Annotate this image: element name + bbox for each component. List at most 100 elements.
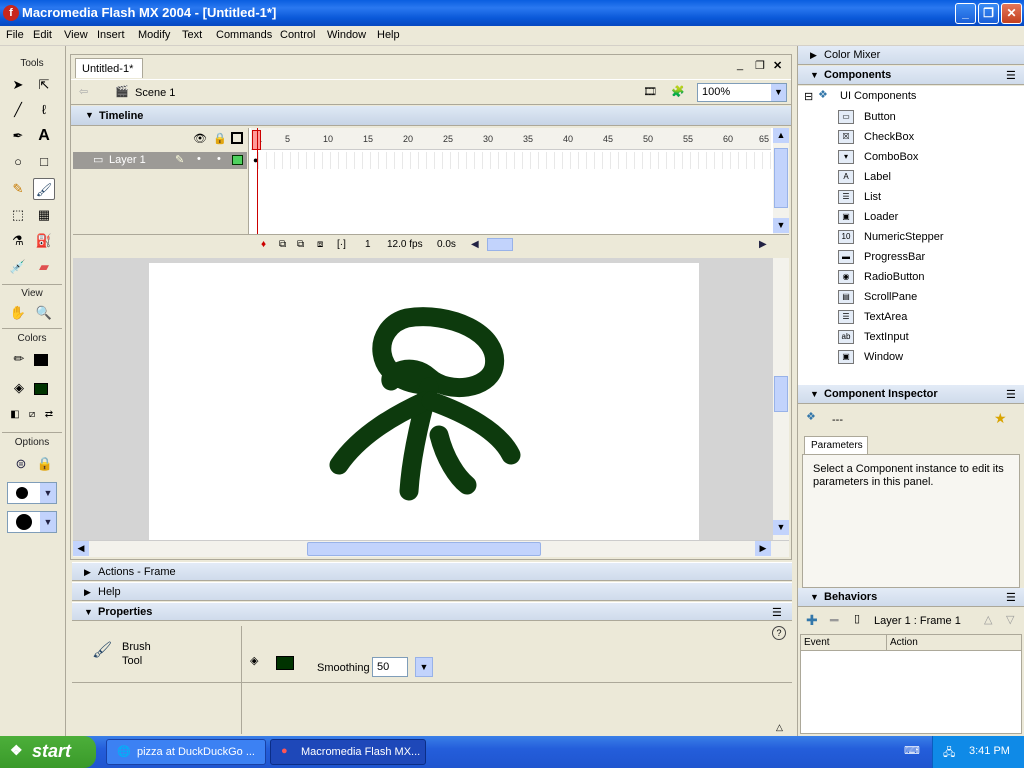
stroke-color-swatch[interactable] — [34, 354, 48, 366]
oval-tool-icon[interactable]: ○ — [7, 151, 29, 173]
menu-control[interactable]: Control — [280, 29, 315, 41]
onion-skin-icon[interactable]: ⧉ — [279, 239, 286, 250]
timeline-header[interactable]: ▼ Timeline — [71, 106, 791, 126]
collapse-triangle-icon[interactable]: ▼ — [810, 592, 819, 602]
onion-outline-icon[interactable]: ⧉ — [297, 239, 304, 250]
free-transform-tool-icon[interactable]: ⬚ — [7, 204, 29, 226]
component-item-loader[interactable]: Loader — [864, 211, 898, 223]
smoothing-dropdown-icon[interactable]: ▼ — [415, 657, 433, 677]
menu-insert[interactable]: Insert — [97, 29, 125, 41]
edit-multiple-icon[interactable]: ⧈ — [317, 239, 323, 250]
doc-close-icon[interactable]: ✕ — [773, 59, 782, 72]
timeline-vscroll[interactable]: ▲ ▼ — [773, 128, 789, 234]
stage[interactable] — [149, 263, 699, 541]
document-tab[interactable]: Untitled-1* — [75, 58, 143, 78]
menu-modify[interactable]: Modify — [138, 29, 170, 41]
component-item-window[interactable]: Window — [864, 351, 903, 363]
collapse-triangle-icon[interactable]: ▼ — [810, 70, 819, 80]
column-header-event[interactable]: Event — [801, 635, 887, 651]
close-button[interactable]: ✕ — [1001, 3, 1022, 24]
collapse-arrow-icon[interactable]: △ — [776, 722, 783, 733]
component-inspector-header[interactable]: ▼ Component Inspector ☰ — [798, 385, 1024, 404]
expand-triangle-icon[interactable]: ▶ — [810, 50, 817, 61]
collapse-triangle-icon[interactable]: ▼ — [84, 607, 93, 617]
component-item-progressbar[interactable]: ProgressBar — [864, 251, 925, 263]
menu-edit[interactable]: Edit — [33, 29, 52, 41]
start-button[interactable]: ❖ start — [0, 736, 96, 768]
layer-color-icon[interactable] — [232, 155, 243, 165]
menu-commands[interactable]: Commands — [216, 29, 272, 41]
hand-tool-icon[interactable]: ✋ — [7, 302, 29, 324]
color-mixer-header[interactable]: ▶ Color Mixer — [798, 46, 1024, 65]
collapse-triangle-icon[interactable]: ▼ — [85, 110, 94, 120]
component-item-numericstepper[interactable]: NumericStepper — [864, 231, 943, 243]
move-down-icon[interactable]: ▽ — [1006, 613, 1014, 626]
panel-options-icon[interactable]: ☰ — [772, 606, 782, 619]
component-item-button[interactable]: Button — [864, 111, 896, 123]
menu-window[interactable]: Window — [327, 29, 366, 41]
flash-app-icon[interactable]: f — [3, 5, 19, 21]
task-flash[interactable]: ● Macromedia Flash MX... — [270, 739, 426, 765]
timeline-hscroll-thumb[interactable] — [487, 238, 513, 251]
lock-icon[interactable]: 🔒 — [213, 132, 227, 145]
frame-ruler[interactable]: 1 5 10 15 20 25 30 35 40 45 50 55 60 65 — [251, 128, 771, 150]
line-tool-icon[interactable]: ╱ — [7, 99, 29, 121]
collapse-triangle-icon[interactable]: ▼ — [810, 389, 819, 399]
stage-vscroll[interactable]: ▼ — [773, 258, 789, 540]
eyedropper-tool-icon[interactable]: 💉 — [7, 256, 29, 278]
panel-options-icon[interactable]: ☰ — [1006, 69, 1016, 82]
menu-text[interactable]: Text — [182, 29, 202, 41]
help-panel-header[interactable]: ▶ Help — [72, 582, 792, 601]
chevron-down-icon[interactable]: ▼ — [771, 84, 786, 101]
title-bar[interactable]: f Macromedia Flash MX 2004 - [Untitled-1… — [0, 0, 1024, 26]
swap-colors-icon[interactable]: ⇄ — [38, 404, 60, 426]
component-item-combobox[interactable]: ComboBox — [864, 151, 918, 163]
scroll-right-icon[interactable]: ▶ — [759, 239, 767, 250]
tab-parameters[interactable]: Parameters — [804, 436, 868, 455]
brush-tool-icon[interactable]: 🖌 — [33, 178, 55, 200]
component-item-label[interactable]: Label — [864, 171, 891, 183]
smoothing-input[interactable] — [372, 657, 408, 677]
rectangle-tool-icon[interactable]: □ — [33, 151, 55, 173]
task-browser[interactable]: 🌐 pizza at DuckDuckGo ... — [106, 739, 266, 765]
fill-transform-tool-icon[interactable]: ▦ — [33, 204, 55, 226]
component-item-textinput[interactable]: TextInput — [864, 331, 909, 343]
actions-panel-header[interactable]: ▶ Actions - Frame — [72, 562, 792, 581]
keyboard-icon[interactable]: ⌨ — [904, 744, 920, 757]
expand-triangle-icon[interactable]: ▶ — [84, 587, 91, 598]
timeline-vscroll-thumb[interactable] — [774, 148, 788, 208]
tree-collapse-icon[interactable]: ⊟ — [804, 90, 813, 103]
zoom-tool-icon[interactable]: 🔍 — [33, 302, 55, 324]
panel-options-icon[interactable]: ☰ — [1006, 388, 1016, 401]
remove-behavior-icon[interactable]: ━ — [830, 612, 838, 629]
text-tool-icon[interactable]: A — [33, 125, 55, 147]
minimize-button[interactable]: _ — [955, 3, 976, 24]
eraser-tool-icon[interactable]: ▰ — [33, 256, 55, 278]
component-item-checkbox[interactable]: CheckBox — [864, 131, 914, 143]
stage-hscroll-thumb[interactable] — [307, 542, 541, 556]
brush-size-dropdown[interactable]: ▼ — [7, 482, 57, 504]
component-item-radiobutton[interactable]: RadioButton — [864, 271, 925, 283]
doc-minimize-icon[interactable]: _ — [737, 59, 743, 71]
lasso-tool-icon[interactable]: ℓ — [33, 99, 55, 121]
edit-symbols-icon[interactable]: 🧩 — [671, 85, 685, 98]
component-item-list[interactable]: List — [864, 191, 881, 203]
network-icon[interactable]: 🖧 — [943, 744, 955, 763]
lock-fill-icon[interactable]: 🔒 — [34, 453, 56, 475]
onion-markers-icon[interactable]: [·] — [337, 239, 346, 250]
column-header-action[interactable]: Action — [887, 635, 1021, 651]
restore-button[interactable]: ❐ — [978, 3, 999, 24]
center-frame-icon[interactable]: ♦ — [261, 239, 266, 250]
star-icon[interactable]: ★ — [994, 410, 1007, 427]
brush-mode-icon[interactable]: ⊜ — [10, 453, 32, 475]
properties-panel-header[interactable]: ▼ Properties ☰ — [72, 602, 792, 621]
menu-file[interactable]: File — [6, 29, 24, 41]
ui-components-folder[interactable]: UI Components — [840, 90, 916, 102]
move-up-icon[interactable]: △ — [984, 613, 992, 626]
zoom-dropdown[interactable]: 100% ▼ — [697, 83, 787, 102]
subselect-tool-icon[interactable]: ⇱ — [33, 74, 55, 96]
behaviors-header[interactable]: ▼ Behaviors ☰ — [798, 588, 1024, 607]
fill-color-swatch[interactable] — [276, 656, 294, 670]
edit-scene-icon[interactable]: 🎞 — [643, 85, 657, 98]
menu-help[interactable]: Help — [377, 29, 400, 41]
